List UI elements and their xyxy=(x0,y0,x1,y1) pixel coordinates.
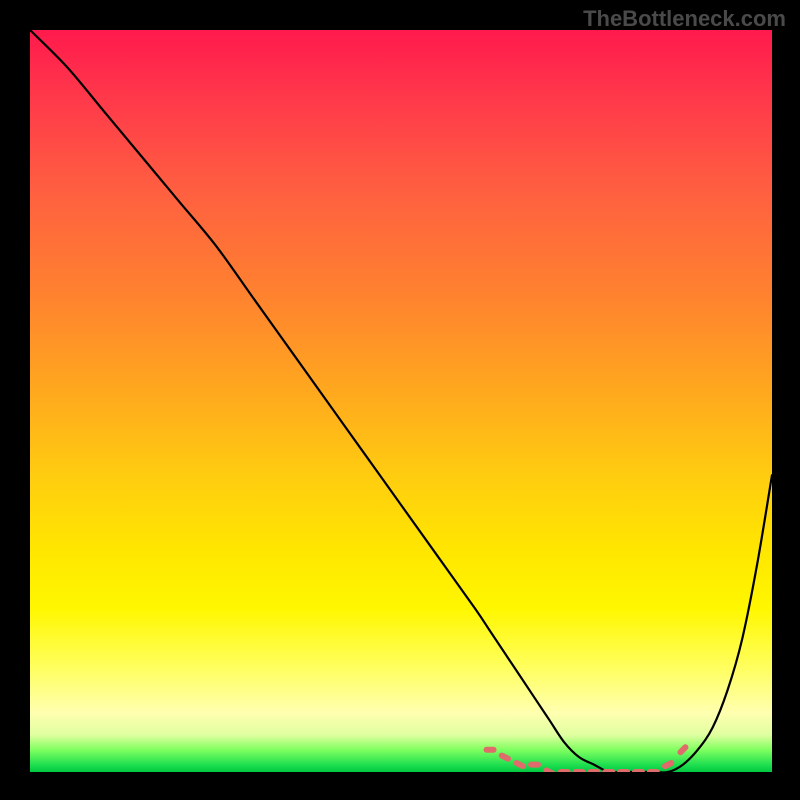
marker-dash xyxy=(573,769,586,772)
marker-dash xyxy=(676,743,689,756)
chart-plot-area xyxy=(30,30,772,772)
bottleneck-curve-line xyxy=(30,30,772,772)
marker-dash xyxy=(661,759,675,770)
marker-dash xyxy=(484,747,497,753)
chart-svg xyxy=(30,30,772,772)
marker-dash xyxy=(632,769,645,772)
marker-dash xyxy=(558,769,571,772)
watermark-text: TheBottleneck.com xyxy=(583,6,786,32)
optimal-range-markers xyxy=(484,743,690,772)
marker-dash xyxy=(498,752,512,763)
marker-dash xyxy=(602,769,615,772)
marker-dash xyxy=(513,759,527,770)
marker-dash xyxy=(528,762,541,768)
marker-dash xyxy=(617,769,630,772)
marker-dash xyxy=(542,766,556,772)
marker-dash xyxy=(587,769,600,772)
marker-dash xyxy=(647,769,660,772)
